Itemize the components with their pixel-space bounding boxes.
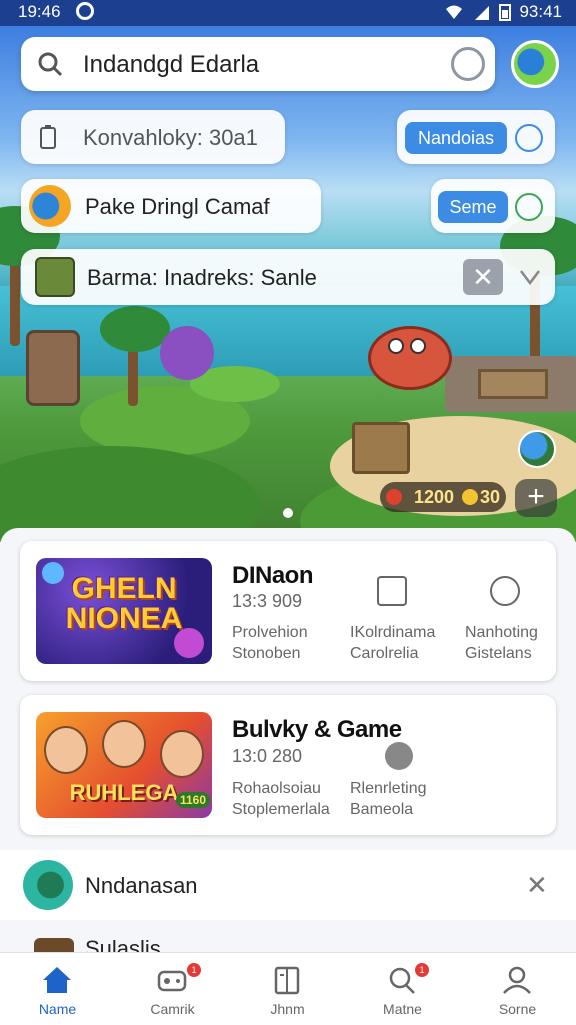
- meta-line: Gistelans: [465, 645, 532, 662]
- app-logo-icon: [29, 185, 71, 227]
- notification-app-icon: [23, 860, 73, 910]
- score-badge: 1200 30: [380, 482, 506, 512]
- gem-icon: [386, 489, 402, 505]
- puzzle-icon[interactable]: [490, 576, 520, 606]
- search-query[interactable]: Indandgd Edarla: [83, 51, 259, 79]
- creature-character: [368, 326, 452, 390]
- coin-value: 30: [480, 487, 501, 507]
- list-row-actions: Nandoias: [397, 110, 555, 164]
- row-text: Pake Dringl Camaf: [85, 194, 270, 219]
- clock-icon[interactable]: [515, 124, 543, 152]
- status-bar: 19:46 93:41: [0, 0, 576, 26]
- nav-item-home[interactable]: Name: [0, 953, 115, 1025]
- carousel-indicator[interactable]: [283, 508, 293, 518]
- bottom-nav: Name 1 Camrik Jhnm 1 Matne Sorne: [0, 952, 576, 1025]
- purple-bush: [160, 326, 214, 380]
- nav-label: Name: [38, 1001, 77, 1017]
- game-meta: Nanhoting Gistelans: [465, 622, 538, 664]
- gate-illustration: [478, 369, 548, 399]
- coin-icon: [462, 489, 478, 505]
- score-value: 1200: [414, 487, 455, 507]
- battery-icon: [499, 4, 512, 21]
- meta-line: Rlenrleting: [350, 780, 427, 797]
- game-thumbnail[interactable]: RUHLEGA 1160: [36, 712, 212, 818]
- search-bar[interactable]: Indandgd Edarla: [21, 37, 495, 91]
- creature-eye: [410, 338, 426, 354]
- nav-label: Sorne: [498, 1001, 537, 1017]
- add-button[interactable]: +: [515, 479, 557, 517]
- notification-badge: 1: [413, 961, 431, 979]
- battery-icon: [40, 125, 56, 149]
- chevron-down-icon[interactable]: [519, 267, 541, 287]
- game-meta: Rlenrleting Bameola: [350, 778, 426, 820]
- nav-label: Camrik: [150, 1001, 195, 1017]
- status-time: 19:46: [18, 2, 61, 21]
- notification-text: Nndanasan: [85, 873, 198, 898]
- battery-text: 93:41: [519, 2, 562, 21]
- game-subtitle: 13:0 280: [232, 746, 303, 766]
- close-icon[interactable]: ✕: [463, 259, 503, 295]
- game-thumbnail-icon: [35, 257, 75, 297]
- game-thumbnail[interactable]: GHELN NIONEA: [36, 558, 212, 664]
- meta-line: Stonoben: [232, 645, 301, 662]
- info-icon[interactable]: [385, 742, 413, 770]
- game-meta: Prolvehion Stonoben: [232, 622, 308, 664]
- status-indicators: 93:41: [443, 2, 562, 22]
- signal-icon: [475, 6, 490, 20]
- share-icon[interactable]: [377, 576, 407, 606]
- list-row[interactable]: Barma: Inadreks: Sanle ✕: [21, 249, 555, 305]
- game-title: DINaon: [232, 562, 314, 589]
- gamepad-icon: [157, 970, 187, 992]
- nav-item-games[interactable]: 1 Camrik: [115, 953, 230, 1025]
- row-text: Konvahloky: 30a1: [83, 125, 258, 150]
- library-icon: [274, 966, 300, 995]
- nav-item-profile[interactable]: Sorne: [460, 953, 575, 1025]
- nav-label: Jhnm: [270, 1001, 305, 1017]
- search-icon: [38, 52, 63, 77]
- list-item-icon: [34, 938, 74, 952]
- list-item-text: Sulaslis: [85, 936, 161, 952]
- meta-line: Prolvehion: [232, 624, 308, 641]
- home-icon: [43, 967, 71, 993]
- meta-line: Nanhoting: [465, 624, 538, 641]
- notification-badge: 1: [185, 961, 203, 979]
- meta-line: Carolrelia: [350, 645, 419, 662]
- game-meta: Rohaolsoiau Stoplemerlala: [232, 778, 330, 820]
- character-face: [44, 726, 88, 774]
- thumbnail-title: GHELN NIONEA: [65, 572, 183, 635]
- row-action-button[interactable]: Seme: [438, 191, 508, 223]
- meta-line: Stoplemerlala: [232, 801, 330, 818]
- character-face: [102, 720, 146, 768]
- row-action-button[interactable]: Nandoias: [405, 122, 507, 154]
- robot-character: [26, 330, 80, 406]
- refresh-icon[interactable]: [451, 47, 485, 81]
- clock-icon: [76, 2, 94, 20]
- profile-icon: [503, 966, 531, 994]
- meta-line: IKolrdinama: [350, 624, 436, 641]
- refresh-icon[interactable]: [515, 193, 543, 221]
- nav-item-search[interactable]: 1 Matne: [345, 953, 460, 1025]
- game-meta: IKolrdinama Carolrelia: [350, 622, 435, 664]
- nav-label: Matne: [383, 1001, 422, 1017]
- list-row[interactable]: Konvahloky: 30a1: [21, 110, 285, 164]
- meta-line: Rohaolsoiau: [232, 780, 321, 797]
- game-subtitle: 13:3 909: [232, 591, 303, 611]
- close-icon[interactable]: ✕: [526, 870, 548, 901]
- character-face: [160, 730, 204, 778]
- crate-illustration: [352, 422, 410, 474]
- profile-avatar[interactable]: [511, 40, 559, 88]
- palm-leaves: [100, 306, 170, 352]
- row-text: Barma: Inadreks: Sanle: [87, 265, 317, 290]
- thumbnail-badge: 1160: [176, 792, 211, 808]
- list-row[interactable]: Pake Dringl Camaf: [21, 179, 321, 233]
- game-title: Bulvky & Game: [232, 716, 402, 743]
- creature-eye: [388, 338, 404, 354]
- map-icon[interactable]: [518, 430, 556, 468]
- list-row-actions: Seme: [431, 179, 555, 233]
- meta-line: Bameola: [350, 801, 414, 818]
- wifi-icon: [446, 5, 463, 19]
- nav-item-library[interactable]: Jhnm: [230, 953, 345, 1025]
